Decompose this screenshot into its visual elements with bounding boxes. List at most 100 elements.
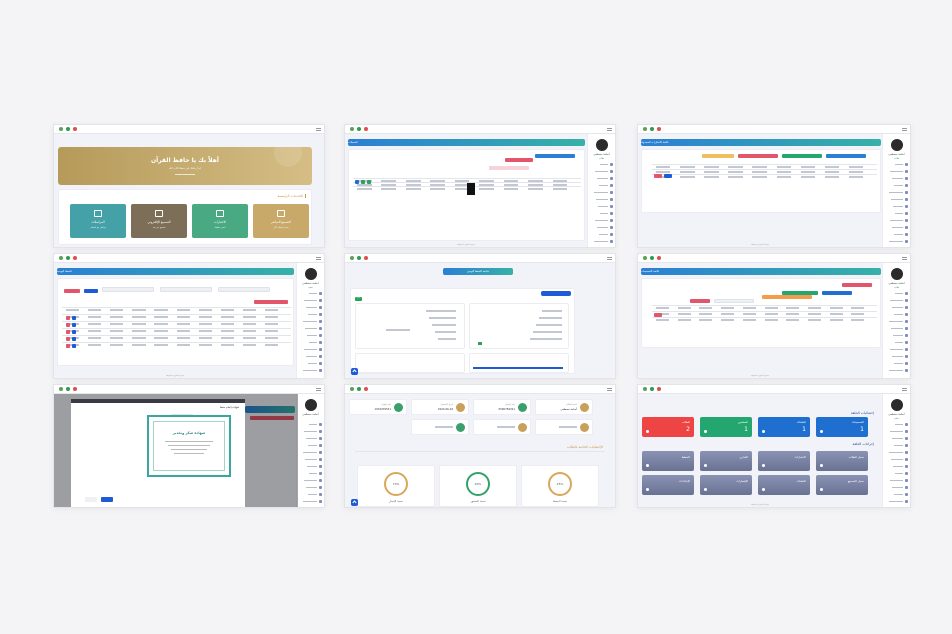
reset-button[interactable] <box>64 289 80 293</box>
sidebar-item[interactable] <box>590 183 613 188</box>
sidebar-item[interactable] <box>885 457 908 462</box>
sidebar-item[interactable] <box>885 298 908 303</box>
menu-icon[interactable] <box>607 257 612 260</box>
sidebar-item[interactable] <box>299 312 322 317</box>
sidebar-item[interactable] <box>299 354 322 359</box>
filter-field-2[interactable] <box>102 287 154 292</box>
sidebar-item[interactable] <box>299 422 322 427</box>
sidebar-item[interactable] <box>885 204 908 209</box>
row-action[interactable] <box>361 180 365 184</box>
sidebar-item[interactable] <box>299 443 322 448</box>
action-card-3[interactable]: الخطط <box>642 451 694 471</box>
row-action[interactable] <box>355 180 359 184</box>
sidebar-item[interactable] <box>299 485 322 490</box>
sidebar-item[interactable] <box>299 368 322 373</box>
sidebar-item[interactable] <box>885 176 908 181</box>
menu-icon[interactable] <box>902 388 907 391</box>
date-filter[interactable] <box>489 166 529 170</box>
sidebar-item[interactable] <box>299 319 322 324</box>
sidebar-item[interactable] <box>885 471 908 476</box>
menu-icon[interactable] <box>902 257 907 260</box>
search-button[interactable] <box>84 289 98 293</box>
action-card-0[interactable]: سجل الطلاب <box>816 451 868 471</box>
sidebar-item[interactable] <box>885 225 908 230</box>
stat-card-3[interactable]: التسميعات 1 <box>816 417 868 437</box>
btn-add[interactable] <box>822 291 852 295</box>
menu-icon[interactable] <box>607 128 612 131</box>
row-delete[interactable] <box>66 330 70 334</box>
sidebar-item[interactable] <box>885 319 908 324</box>
btn-export[interactable] <box>782 154 822 158</box>
sidebar-item[interactable] <box>590 176 613 181</box>
sidebar-item[interactable] <box>299 478 322 483</box>
filter-field-0[interactable] <box>218 287 270 292</box>
btn-range[interactable] <box>690 299 710 303</box>
sidebar-item[interactable] <box>885 361 908 366</box>
btn-filter[interactable] <box>842 283 872 287</box>
scroll-up-button[interactable] <box>351 368 358 375</box>
row-edit[interactable] <box>72 344 76 348</box>
sidebar-item[interactable] <box>299 291 322 296</box>
service-tile-3[interactable]: المراسلات تواصل مع المعلم <box>70 204 126 238</box>
sidebar-item[interactable] <box>885 354 908 359</box>
sidebar-item[interactable] <box>885 478 908 483</box>
sidebar-item[interactable] <box>299 499 322 504</box>
sidebar-item[interactable] <box>590 162 613 167</box>
sidebar-item[interactable] <box>885 443 908 448</box>
row-delete[interactable] <box>66 344 70 348</box>
menu-icon[interactable] <box>316 388 321 391</box>
sidebar-item[interactable] <box>299 492 322 497</box>
btn-schedule[interactable] <box>702 154 734 158</box>
sidebar-item[interactable] <box>590 190 613 195</box>
sidebar-item[interactable] <box>590 169 613 174</box>
sidebar-item[interactable] <box>885 485 908 490</box>
sidebar-item[interactable] <box>590 211 613 216</box>
sidebar-item[interactable] <box>299 340 322 345</box>
sidebar-item[interactable] <box>299 326 322 331</box>
sidebar-item[interactable] <box>299 305 322 310</box>
sidebar-item[interactable] <box>885 368 908 373</box>
sidebar-item[interactable] <box>885 436 908 441</box>
sidebar-item[interactable] <box>885 239 908 244</box>
action-card-6[interactable]: الإشعارات <box>700 475 752 495</box>
sidebar-item[interactable] <box>299 298 322 303</box>
sidebar-item[interactable] <box>299 450 322 455</box>
row-delete[interactable] <box>66 316 70 320</box>
row-delete[interactable] <box>66 337 70 341</box>
sidebar-item[interactable] <box>885 326 908 331</box>
row-delete[interactable] <box>66 323 70 327</box>
row-action[interactable] <box>654 174 662 178</box>
sidebar-item[interactable] <box>885 340 908 345</box>
btn-pending[interactable] <box>738 154 778 158</box>
sidebar-item[interactable] <box>885 422 908 427</box>
stat-card-0[interactable]: الطلاب 2 <box>642 417 694 437</box>
scroll-up-button[interactable] <box>351 499 358 506</box>
action-card-4[interactable]: سجل التسميع <box>816 475 868 495</box>
sidebar-item[interactable] <box>299 436 322 441</box>
sidebar-item[interactable] <box>299 429 322 434</box>
sidebar-item[interactable] <box>885 232 908 237</box>
sidebar-item[interactable] <box>885 312 908 317</box>
sidebar-item[interactable] <box>885 492 908 497</box>
btn-pending[interactable] <box>762 295 812 299</box>
sidebar-item[interactable] <box>299 464 322 469</box>
sidebar-item[interactable] <box>590 204 613 209</box>
sidebar-item[interactable] <box>590 218 613 223</box>
stat-card-1[interactable]: المعلمين 1 <box>700 417 752 437</box>
row-action[interactable] <box>664 174 672 178</box>
sidebar-item[interactable] <box>299 471 322 476</box>
sidebar-item[interactable] <box>590 225 613 230</box>
row-action[interactable] <box>367 180 371 184</box>
sidebar-item[interactable] <box>885 464 908 469</box>
tab-active[interactable] <box>541 291 571 296</box>
sidebar-item[interactable] <box>299 457 322 462</box>
menu-icon[interactable] <box>902 128 907 131</box>
action-card-1[interactable]: الاختبارات <box>758 451 810 471</box>
row-edit[interactable] <box>72 316 76 320</box>
sidebar-item[interactable] <box>885 305 908 310</box>
submit-button[interactable] <box>101 497 113 502</box>
menu-icon[interactable] <box>607 388 612 391</box>
date-input[interactable] <box>714 299 754 303</box>
sidebar-item[interactable] <box>590 232 613 237</box>
sidebar-item[interactable] <box>885 429 908 434</box>
